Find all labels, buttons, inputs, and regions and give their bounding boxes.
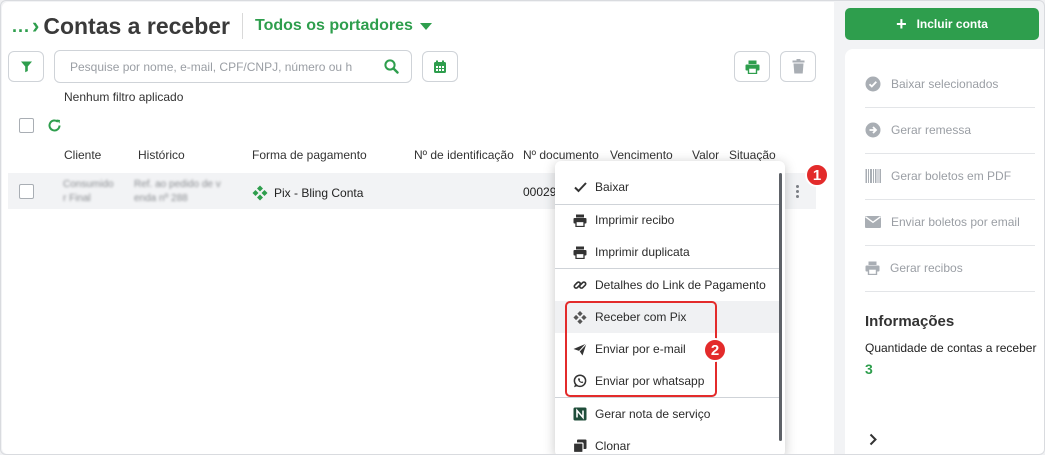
action-gerar-recibos[interactable]: Gerar recibos bbox=[865, 249, 1035, 287]
cell-cliente-line2: r Final bbox=[63, 193, 91, 204]
menu-item-label: Gerar nota de serviço bbox=[595, 407, 711, 421]
pix-icon bbox=[252, 185, 268, 201]
print-button[interactable] bbox=[734, 51, 770, 82]
row-checkbox[interactable] bbox=[19, 184, 34, 199]
cell-cliente-line1: Consumido bbox=[63, 179, 114, 190]
incluir-conta-button[interactable]: + Incluir conta bbox=[845, 8, 1039, 40]
cell-historico-line2: enda nº 288 bbox=[134, 193, 188, 204]
menu-scrollbar[interactable] bbox=[779, 173, 782, 441]
kebab-dot bbox=[796, 195, 799, 198]
row-actions-button[interactable] bbox=[796, 185, 799, 198]
printer-icon bbox=[573, 245, 587, 259]
incluir-conta-label: Incluir conta bbox=[916, 17, 988, 31]
filter-status: Nenhum filtro aplicado bbox=[64, 90, 184, 104]
page-title: Contas a receber bbox=[43, 12, 230, 39]
action-baixar-selecionados[interactable]: Baixar selecionados bbox=[865, 65, 1035, 103]
page-header: ... › Contas a receber Todos os portador… bbox=[12, 10, 432, 42]
annotation-badge-2: 2 bbox=[703, 338, 727, 362]
info-value: 3 bbox=[865, 361, 873, 377]
cell-cliente: Consumido r Final bbox=[63, 178, 114, 206]
annotation-badge-1: 1 bbox=[805, 163, 829, 187]
action-enviar-boletos-email[interactable]: Enviar boletos por email bbox=[865, 203, 1035, 241]
menu-item-gerar-nota[interactable]: Gerar nota de serviço bbox=[555, 398, 779, 430]
filter-button[interactable] bbox=[8, 51, 44, 82]
menu-item-label: Clonar bbox=[595, 439, 631, 453]
column-situacao[interactable]: Situação bbox=[729, 148, 776, 162]
menu-item-label: Baixar bbox=[595, 180, 630, 194]
cell-documento: 00029 bbox=[523, 185, 557, 199]
action-gerar-remessa[interactable]: Gerar remessa bbox=[865, 111, 1035, 149]
column-identificacao[interactable]: Nº de identificação bbox=[414, 148, 514, 162]
check-icon bbox=[573, 180, 587, 194]
column-forma-pagamento[interactable]: Forma de pagamento bbox=[252, 148, 367, 162]
calendar-icon bbox=[434, 60, 446, 73]
portadores-dropdown[interactable]: Todos os portadores bbox=[255, 17, 432, 35]
action-label: Baixar selecionados bbox=[891, 77, 999, 91]
forma-pagamento-label: Pix - Bling Conta bbox=[274, 186, 364, 200]
sidebar-divider bbox=[865, 107, 1035, 108]
arrow-circle-icon bbox=[865, 122, 881, 138]
menu-item-label: Imprimir duplicata bbox=[595, 245, 690, 259]
column-cliente[interactable]: Cliente bbox=[64, 148, 101, 162]
menu-item-baixar[interactable]: Baixar bbox=[555, 171, 779, 203]
search-box bbox=[54, 50, 412, 83]
chevron-right-icon bbox=[869, 433, 877, 446]
sidebar-divider bbox=[865, 199, 1035, 200]
actions-sidebar: Baixar selecionados Gerar remessa Gerar … bbox=[845, 49, 1044, 454]
search-icon[interactable] bbox=[384, 59, 399, 74]
chevron-right-icon: › bbox=[32, 13, 40, 38]
filter-icon bbox=[20, 61, 32, 73]
caret-down-icon bbox=[419, 22, 432, 30]
envelope-icon bbox=[865, 216, 881, 228]
portadores-label: Todos os portadores bbox=[254, 17, 413, 34]
menu-item-detalhes-link[interactable]: Detalhes do Link de Pagamento bbox=[555, 269, 779, 301]
menu-item-label: Imprimir recibo bbox=[595, 213, 675, 227]
sidebar-divider bbox=[865, 245, 1035, 246]
highlight-box bbox=[565, 301, 717, 397]
printer-icon bbox=[573, 213, 587, 227]
calendar-button[interactable] bbox=[422, 51, 458, 82]
plus-icon: + bbox=[896, 14, 907, 34]
link-icon bbox=[573, 278, 587, 292]
kebab-dot bbox=[796, 185, 799, 188]
action-label: Gerar recibos bbox=[890, 261, 963, 275]
printer-icon bbox=[745, 60, 759, 74]
search-input[interactable] bbox=[70, 59, 384, 74]
printer-icon bbox=[865, 261, 880, 275]
cell-historico: Ref. ao pedido de v enda nº 288 bbox=[134, 178, 221, 206]
kebab-dot bbox=[796, 190, 799, 193]
check-circle-icon bbox=[865, 76, 881, 92]
refresh-icon bbox=[48, 119, 61, 132]
menu-item-clonar[interactable]: Clonar bbox=[555, 430, 779, 454]
column-documento[interactable]: Nº documento bbox=[523, 148, 599, 162]
sidebar-divider bbox=[865, 153, 1035, 154]
refresh-button[interactable] bbox=[47, 118, 62, 138]
action-label: Gerar boletos em PDF bbox=[891, 169, 1012, 183]
delete-button[interactable] bbox=[780, 51, 816, 82]
info-label: Quantidade de contas a receber bbox=[865, 341, 1037, 355]
trash-icon bbox=[792, 59, 804, 74]
select-all-checkbox[interactable] bbox=[19, 118, 34, 133]
nota-icon bbox=[573, 407, 587, 421]
expand-sidebar-button[interactable] bbox=[869, 433, 878, 451]
barcode-icon bbox=[865, 169, 881, 183]
clone-icon bbox=[573, 439, 587, 453]
header-divider bbox=[241, 13, 243, 39]
action-gerar-boletos-pdf[interactable]: Gerar boletos em PDF bbox=[865, 157, 1035, 195]
cell-forma-pagamento: Pix - Bling Conta bbox=[252, 185, 363, 201]
cell-historico-line1: Ref. ao pedido de v bbox=[134, 179, 221, 190]
column-historico[interactable]: Histórico bbox=[138, 148, 185, 162]
column-vencimento[interactable]: Vencimento bbox=[610, 148, 673, 162]
action-label: Gerar remessa bbox=[891, 123, 972, 137]
app-window: ... › Contas a receber Todos os portador… bbox=[0, 0, 1045, 455]
menu-item-label: Detalhes do Link de Pagamento bbox=[595, 278, 766, 292]
column-valor[interactable]: Valor bbox=[692, 148, 719, 162]
action-label: Enviar boletos por email bbox=[891, 215, 1020, 229]
breadcrumb[interactable]: ... bbox=[12, 16, 30, 37]
info-title: Informações bbox=[865, 313, 955, 330]
sidebar-divider bbox=[865, 291, 1035, 292]
menu-item-imprimir-recibo[interactable]: Imprimir recibo bbox=[555, 204, 779, 236]
menu-item-imprimir-duplicata[interactable]: Imprimir duplicata bbox=[555, 236, 779, 268]
